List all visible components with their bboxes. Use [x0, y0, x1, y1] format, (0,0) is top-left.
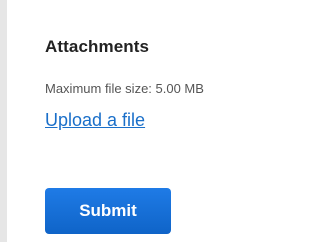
left-divider [0, 0, 7, 242]
attachments-section: Attachments Maximum file size: 5.00 MB U… [45, 0, 314, 242]
submit-button[interactable]: Submit [45, 188, 171, 234]
upload-file-link[interactable]: Upload a file [45, 110, 145, 131]
max-file-size-text: Maximum file size: 5.00 MB [45, 81, 204, 96]
attachments-heading: Attachments [45, 37, 150, 56]
